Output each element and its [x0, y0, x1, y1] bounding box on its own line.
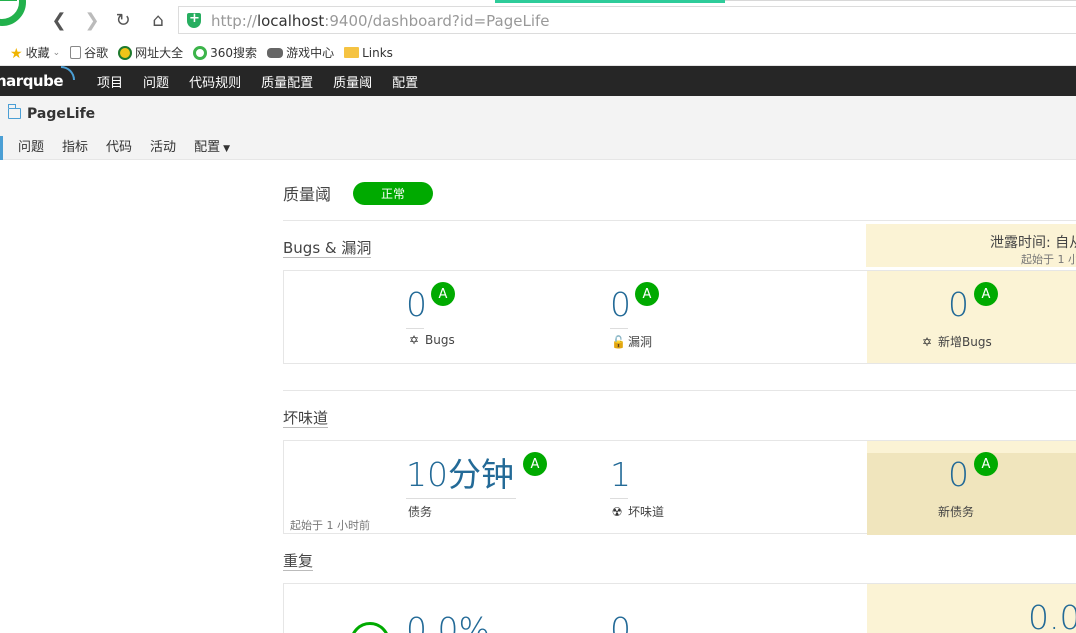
vulnerabilities-label: 🔓 漏洞 [611, 334, 653, 350]
bookmark-game-center[interactable]: 游戏中心 [267, 44, 334, 61]
new-duplications-value[interactable]: 0.0 [1028, 598, 1076, 633]
browser-toolbar: ❮ ❯ ↻ ⌂ http://localhost:9400/dashboard?… [0, 0, 1076, 40]
code-smells-panel: 10分钟 A 债务 1 ☢ 坏味道 0 A 新债务 起始于 1 小时前 [283, 440, 1076, 535]
duplications-value[interactable]: 0.0% [406, 610, 490, 633]
debt-rating[interactable]: A [523, 452, 547, 476]
home-icon[interactable]: ⌂ [146, 8, 170, 32]
code-smells-section-title: 坏味道 [283, 409, 329, 428]
tab-code[interactable]: 代码 [106, 136, 132, 155]
divider [283, 220, 1076, 221]
bugs-label: ✡ Bugs [408, 333, 455, 347]
nav-quality-profiles[interactable]: 质量配置 [261, 72, 313, 91]
tab-strip-line [725, 0, 1076, 1]
chevron-down-icon: ⌄ [52, 47, 61, 58]
leak-period-title: 泄露时间: 自从 [990, 235, 1076, 251]
sonarqube-navbar: narqube 项目 问题 代码规则 质量配置 质量阈 配置 [0, 66, 1076, 96]
leak-period-header: 泄露时间: 自从 起始于 1 小 [866, 224, 1076, 267]
gamepad-icon [267, 47, 284, 58]
browser-logo-icon[interactable] [0, 0, 26, 26]
radiation-icon: ☢ [611, 504, 623, 519]
project-name[interactable]: PageLife [27, 106, 95, 122]
project-folder-icon [7, 104, 21, 119]
debt-label: 债务 [408, 505, 433, 519]
sonarqube-logo[interactable]: narqube [0, 66, 76, 90]
forward-arrow-icon[interactable]: ❯ [80, 8, 104, 32]
quality-gate-title: 质量阈 [283, 185, 332, 204]
new-bugs-rating[interactable]: A [974, 282, 998, 306]
duplications-panel: 0.0% 0 0.0 [283, 583, 1076, 633]
back-arrow-icon[interactable]: ❮ [47, 8, 71, 32]
vulnerabilities-value[interactable]: 0 [610, 285, 631, 324]
bugs-rating[interactable]: A [431, 282, 455, 306]
360-search-icon [193, 45, 208, 60]
tab-activity[interactable]: 活动 [150, 136, 176, 155]
bookmark-url-directory[interactable]: 网址大全 [118, 44, 183, 61]
tab-measures[interactable]: 指标 [62, 136, 88, 155]
url-text[interactable]: http://localhost:9400/dashboard?id=PageL… [211, 12, 550, 30]
nav-administration[interactable]: 配置 [392, 72, 418, 91]
leak-period-since: 起始于 1 小 [1021, 253, 1076, 266]
duplications-donut-icon [350, 622, 390, 633]
new-debt-value[interactable]: 0 [948, 455, 969, 494]
new-debt-label: 新债务 [938, 505, 975, 519]
new-duplications-measure[interactable]: 0.0 [1028, 598, 1076, 633]
bookmark-google[interactable]: 谷歌 [70, 44, 108, 61]
dashboard-content: 质量阈 正常 泄露时间: 自从 起始于 1 小 Bugs & 漏洞 0 A ✡ B… [283, 160, 1076, 633]
reload-icon[interactable]: ↻ [111, 8, 135, 32]
nav-projects[interactable]: 项目 [97, 72, 123, 91]
bugs-section-title: Bugs & 漏洞 [283, 239, 372, 258]
nav-issues[interactable]: 问题 [143, 72, 169, 91]
project-tabs: 问题 指标 代码 活动 配置 ▼ [0, 136, 230, 155]
nav-rules[interactable]: 代码规则 [189, 72, 241, 91]
duplications-section-title: 重复 [283, 552, 314, 571]
nav-quality-gates[interactable]: 质量阈 [333, 72, 372, 91]
new-bugs-value[interactable]: 0 [948, 285, 969, 324]
lock-icon: 🔓 [611, 334, 626, 349]
address-bar[interactable]: http://localhost:9400/dashboard?id=PageL… [178, 6, 1076, 34]
web-directory-icon [118, 45, 133, 60]
star-icon: ★ [10, 45, 23, 62]
new-debt-measure[interactable]: 0 [948, 455, 969, 495]
tab-configuration[interactable]: 配置 ▼ [194, 136, 230, 155]
new-bugs-measure[interactable]: 0 [948, 285, 969, 325]
bookmarks-bar: ★ 收藏 ⌄ 谷歌 网址大全 360搜索 游戏中心 Links [0, 40, 1076, 66]
quality-gate-row: 质量阈 正常 [283, 181, 434, 205]
security-shield-icon [187, 11, 201, 28]
code-smells-measure[interactable]: 1 [610, 455, 631, 495]
new-bugs-label: ✡ 新增Bugs [921, 334, 992, 350]
bugs-panel: 0 A ✡ Bugs 0 A 🔓 漏洞 0 A ✡ 新增Bugs [283, 270, 1076, 364]
smells-since-text: 起始于 1 小时前 [290, 519, 370, 532]
duplications-measure[interactable]: 0.0% [406, 610, 490, 633]
tab-issues[interactable]: 问题 [18, 136, 44, 155]
duplicated-blocks-measure[interactable]: 0 [610, 610, 631, 633]
debt-value[interactable]: 10分钟 [406, 455, 514, 494]
vulnerabilities-rating[interactable]: A [635, 282, 659, 306]
bookmark-favorites[interactable]: ★ 收藏 ⌄ [10, 44, 61, 62]
bookmark-links[interactable]: Links [344, 46, 393, 60]
bugs-value[interactable]: 0 [406, 285, 427, 324]
bug-icon: ✡ [408, 333, 420, 347]
project-header: PageLife 问题 指标 代码 活动 配置 ▼ [0, 96, 1076, 160]
quality-gate-status-badge: 正常 [353, 181, 434, 205]
divider [283, 390, 1076, 391]
vulnerabilities-measure[interactable]: 0 [610, 285, 631, 325]
new-debt-rating[interactable]: A [974, 452, 998, 476]
duplicated-blocks-value[interactable]: 0 [610, 610, 631, 633]
smells-leak-area-highlight [867, 453, 1076, 535]
page-icon [70, 46, 82, 59]
debt-measure[interactable]: 10分钟 [406, 455, 514, 495]
code-smells-label: ☢ 坏味道 [611, 504, 665, 520]
bugs-measure[interactable]: 0 [406, 285, 427, 325]
caret-down-icon: ▼ [223, 144, 230, 154]
bookmark-360-search[interactable]: 360搜索 [193, 44, 257, 61]
active-tab-indicator [495, 0, 725, 3]
bug-icon: ✡ [921, 334, 933, 349]
code-smells-value[interactable]: 1 [610, 455, 631, 494]
folder-icon [344, 47, 360, 58]
